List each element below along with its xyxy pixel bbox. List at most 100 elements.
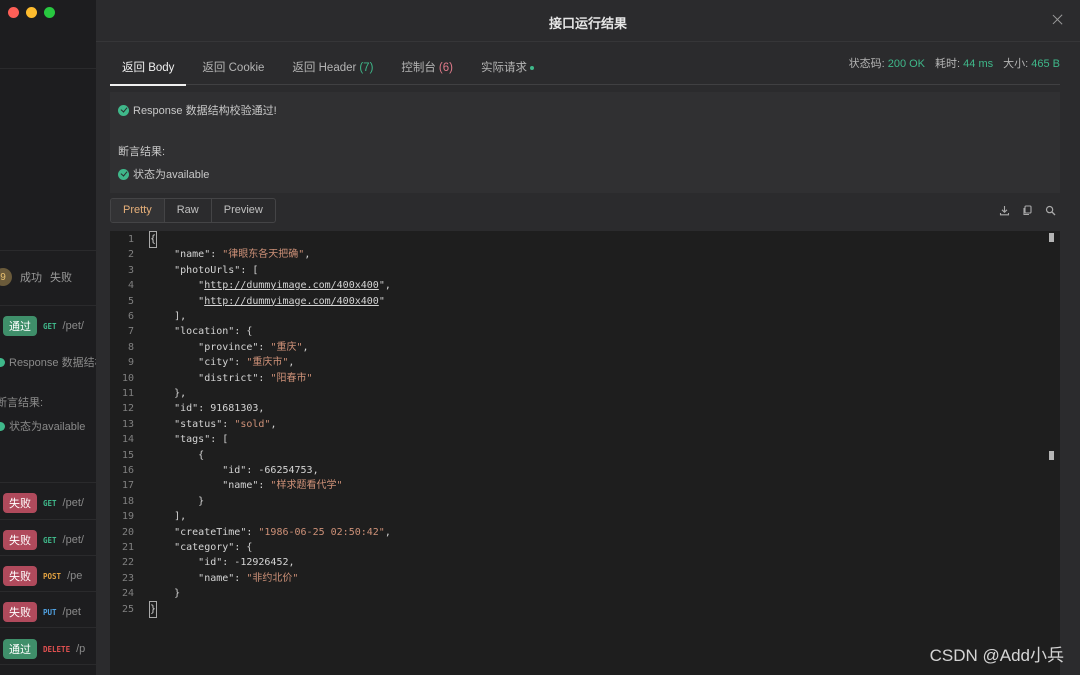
check-circle-icon: [118, 168, 129, 180]
view-preview[interactable]: Preview: [212, 199, 275, 222]
code-line: 24 }: [110, 586, 1040, 601]
download-icon[interactable]: [999, 203, 1010, 216]
code-line: 9 "city": "重庆市",: [110, 355, 1040, 370]
method-label: GET: [43, 535, 57, 545]
code-text: "id": 91681303,: [174, 403, 265, 415]
method-label: POST: [43, 571, 62, 581]
code-text: }: [148, 600, 158, 619]
line-number: 3: [127, 264, 134, 276]
path-label: /pet/: [62, 497, 84, 509]
code-line: 20 "createTime": "1986-06-25 02:50:42",: [110, 525, 1040, 540]
scrollbar-marker[interactable]: [1049, 233, 1054, 242]
stat-label: 大小:: [1003, 58, 1029, 70]
code-line: 11 },: [110, 386, 1040, 401]
line-number: 1: [127, 234, 134, 245]
maximize-window-icon[interactable]: [44, 7, 55, 18]
filter-success[interactable]: 成功: [20, 269, 42, 285]
filter-fail[interactable]: 失败: [50, 269, 72, 285]
app-window: 9 成功 失败 通过 GET /pet/ Response 数据结构 断言结果:…: [0, 0, 1080, 675]
copy-icon[interactable]: [1022, 203, 1033, 216]
validation-panel: Response 数据结构校验通过! 断言结果: 状态为available: [110, 92, 1060, 193]
response-body-editor[interactable]: 1{2 "name": "律眼东各天把确", 3 "photoUrls": [4 …: [110, 231, 1060, 675]
code-text: "category": {: [174, 542, 253, 553]
view-raw[interactable]: Raw: [165, 199, 212, 222]
close-window-icon[interactable]: [8, 7, 19, 18]
method-label: GET: [43, 321, 57, 331]
code-text: "city": "重庆市",: [198, 357, 295, 369]
tab-label: 返回 Header: [292, 62, 357, 74]
editor-tools: [999, 203, 1056, 216]
method-label: PUT: [43, 607, 57, 617]
minimize-window-icon[interactable]: [26, 7, 37, 18]
time-stat: 耗时: 44 ms: [935, 55, 993, 71]
close-icon[interactable]: [1050, 12, 1066, 28]
method-label: DELETE: [43, 644, 71, 654]
test-row[interactable]: 失败 POST /pe: [3, 566, 82, 586]
code-text: }: [150, 495, 205, 507]
dialog-title: 接口运行结果: [548, 16, 627, 31]
code-text: "photoUrls": [: [174, 264, 259, 276]
divider: [0, 305, 96, 306]
view-pretty[interactable]: Pretty: [111, 199, 165, 222]
tab-cookie[interactable]: 返回 Cookie: [190, 56, 276, 85]
code-text: "name": "样求题看代学": [222, 480, 343, 492]
tab-body[interactable]: 返回 Body: [110, 56, 187, 86]
code-text: "district": "阳春市": [198, 372, 313, 384]
code-text: "name": "律眼东各天把确",: [174, 249, 311, 261]
code-text: ],: [150, 511, 187, 523]
tab-label: 返回 Cookie: [202, 62, 265, 74]
status-dot-icon: [529, 65, 534, 70]
watermark: CSDN @Add小兵: [929, 646, 1064, 665]
line-number: 16: [121, 465, 134, 476]
code-text: "province": "重庆",: [198, 341, 309, 353]
line-number: 15: [121, 449, 134, 461]
tab-count: (7): [359, 62, 374, 74]
search-icon[interactable]: [1045, 203, 1056, 216]
validation-text: Response 数据结构: [9, 357, 96, 369]
code-text: "http://dummyimage.com/400x400": [198, 295, 385, 307]
code-text: "createTime": "1986-06-25 02:50:42",: [174, 526, 391, 538]
line-number: 11: [121, 388, 134, 399]
test-row[interactable]: 通过 GET /pet/: [3, 316, 84, 336]
test-row[interactable]: 失败 GET /pet/: [3, 493, 84, 513]
check-icon: [0, 421, 5, 431]
code-line: 7 "location": {: [110, 324, 1040, 339]
stat-label: 耗时:: [935, 58, 961, 70]
code-line: 13 "status": "sold",: [110, 417, 1040, 432]
code-text: "http://dummyimage.com/400x400",: [198, 280, 391, 292]
window-controls: [8, 7, 55, 18]
code-text: },: [150, 388, 187, 399]
test-row[interactable]: 失败 GET /pet/: [3, 530, 84, 550]
test-row[interactable]: 通过 DELETE /p: [3, 639, 85, 659]
check-circle-icon: [118, 104, 129, 116]
code-line: 14 "tags": [: [110, 432, 1040, 447]
scrollbar-marker[interactable]: [1049, 451, 1054, 460]
check-icon: [0, 357, 5, 367]
line-number: 12: [121, 403, 134, 415]
divider: [0, 664, 96, 665]
status-badge: 通过: [3, 316, 37, 336]
test-row[interactable]: 失败 PUT /pet: [3, 602, 81, 622]
tab-actual-request[interactable]: 实际请求: [469, 56, 546, 85]
divider: [0, 591, 96, 592]
line-number: 18: [121, 495, 134, 507]
line-number: 14: [121, 434, 134, 446]
filter-count-badge[interactable]: 9: [0, 268, 12, 286]
stat-value: 200 OK: [887, 58, 926, 70]
path-label: /pet: [62, 606, 81, 618]
tab-console[interactable]: 控制台 (6): [389, 56, 465, 85]
size-stat: 大小: 465 B: [1003, 55, 1060, 71]
code-line: 21 "category": {: [110, 540, 1040, 555]
code-line: 19 ],: [110, 509, 1040, 524]
divider: [0, 250, 96, 251]
tab-header[interactable]: 返回 Header (7): [280, 56, 385, 85]
assert-text: 状态为available: [133, 169, 210, 181]
path-label: /p: [76, 643, 86, 655]
code-line: 15 {: [110, 448, 1040, 463]
code-text: "status": "sold",: [174, 418, 277, 430]
tab-count: (6): [438, 62, 453, 74]
line-number: 4: [127, 280, 134, 292]
assert-text: 状态为available: [9, 421, 86, 433]
code-line: 22 "id": -12926452,: [110, 555, 1040, 570]
code-line: 17 "name": "样求题看代学": [110, 478, 1040, 493]
